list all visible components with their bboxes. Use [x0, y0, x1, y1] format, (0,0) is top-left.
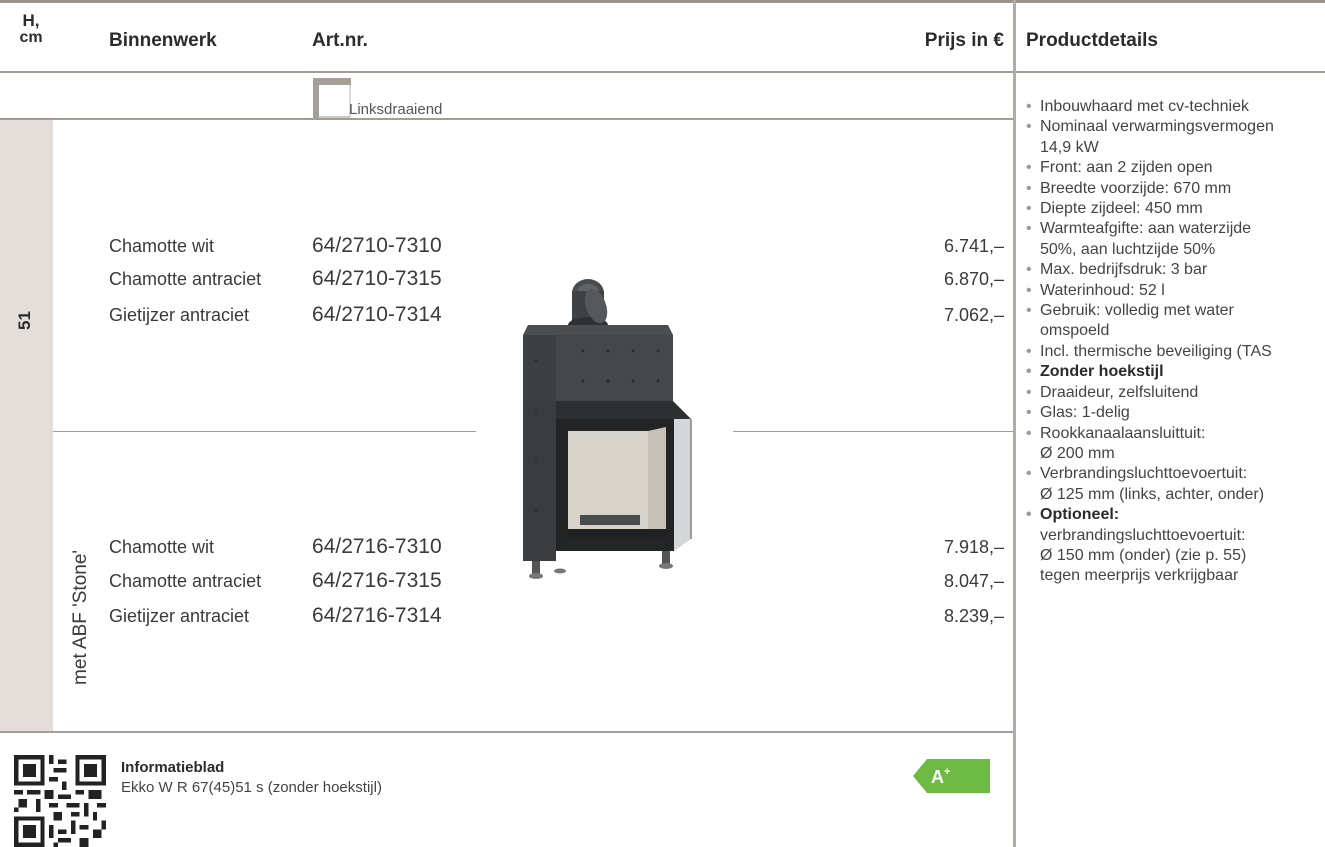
detail-item: Inbouwhaard met cv-techniek	[1020, 97, 1325, 118]
detail-item: Verbrandingsluchttoevoertuit:	[1020, 464, 1325, 485]
detail-item: Front: aan 2 zijden open	[1020, 158, 1325, 179]
detail-item: Breedte voorzijde: 670 mm	[1020, 179, 1325, 200]
variant-label: met ABF 'Stone'	[70, 549, 91, 685]
table-row-art: 64/2710-7315	[312, 267, 442, 290]
door-direction-label: Linksdraaiend	[349, 101, 443, 118]
table-row-art: 64/2716-7315	[312, 569, 442, 592]
detail-item: tegen meerprijs verkrijgbaar	[1040, 567, 1239, 585]
table-row-price: 7.062,–	[943, 305, 1004, 325]
detail-item: omspoeld	[1040, 322, 1110, 340]
energy-label-badge: A+	[913, 759, 990, 793]
door-row-rule	[0, 118, 1013, 120]
detail-item: Glas: 1-delig	[1020, 403, 1325, 424]
group-divider-left	[53, 431, 476, 432]
table-row-binnenwerk: Gietijzer antraciet	[109, 305, 250, 325]
detail-item: Incl. thermische beveiliging (TAS	[1020, 342, 1325, 363]
detail-item: Zonder hoekstijl	[1020, 362, 1325, 383]
detail-item: Diepte zijdeel: 450 mm	[1020, 199, 1325, 220]
detail-item: Ø 200 mm	[1040, 444, 1115, 462]
group-divider-right	[733, 431, 1013, 432]
header-rule-details	[1016, 71, 1325, 73]
table-row-art: 64/2710-7314	[312, 303, 442, 326]
height-group-bar	[0, 120, 53, 732]
table-row-price: 6.741,–	[943, 236, 1004, 256]
height-value: 51	[15, 311, 34, 330]
detail-item: Max. bedrijfsdruk: 3 bar	[1020, 260, 1325, 281]
detail-item: verbrandingsluchttoevoertuit:	[1040, 526, 1246, 544]
table-bottom-rule	[0, 731, 1013, 733]
header-art-nr: Art.nr.	[312, 30, 368, 51]
details-separator	[1013, 0, 1016, 847]
detail-item: Draaideur, zelfsluitend	[1020, 383, 1325, 404]
detail-item: 14,9 kW	[1040, 138, 1099, 156]
detail-item: 50%, aan luchtzijde 50%	[1040, 240, 1216, 258]
header-binnenwerk: Binnenwerk	[109, 30, 217, 51]
table-row-art: 64/2710-7310	[312, 234, 442, 257]
table-row-binnenwerk: Chamotte antraciet	[109, 269, 262, 289]
header-rule	[0, 71, 1013, 73]
table-row-binnenwerk: Gietijzer antraciet	[109, 606, 250, 626]
product-details-list: Inbouwhaard met cv-techniek Nominaal ver…	[1020, 97, 1325, 587]
table-row-binnenwerk: Chamotte antraciet	[109, 571, 262, 591]
qr-code-icon[interactable]	[14, 755, 106, 847]
header-height: H, cm	[19, 11, 43, 46]
header-productdetails: Productdetails	[1026, 30, 1158, 51]
detail-item: Warmteafgifte: aan waterzijde	[1020, 219, 1325, 240]
detail-item: Gebruik: volledig met water	[1020, 301, 1325, 322]
table-row-binnenwerk: Chamotte wit	[109, 537, 215, 557]
table-row-price: 6.870,–	[943, 269, 1004, 289]
infosheet-title: Informatieblad	[121, 759, 225, 776]
header-prijs: Prijs in €	[924, 30, 1004, 51]
detail-item: Rookkanaalaansluittuit:	[1020, 424, 1325, 445]
detail-item: Waterinhoud: 52 l	[1020, 281, 1325, 302]
top-rule	[0, 0, 1325, 3]
table-row-price: 7.918,–	[943, 537, 1004, 557]
table-row-art: 64/2716-7314	[312, 604, 442, 627]
table-row-art: 64/2716-7310	[312, 535, 442, 558]
table-row-binnenwerk: Chamotte wit	[109, 236, 215, 256]
detail-item: Ø 125 mm (links, achter, onder)	[1040, 485, 1265, 503]
detail-item: Optioneel:	[1020, 505, 1325, 526]
table-row-price: 8.239,–	[943, 606, 1004, 626]
infosheet-subtitle: Ekko W R 67(45)51 s (zonder hoekstijl)	[121, 779, 382, 796]
table-row-price: 8.047,–	[943, 571, 1004, 591]
door-left-icon	[313, 78, 351, 120]
detail-item: Nominaal verwarmingsvermogen	[1020, 117, 1325, 138]
fireplace-product-image	[523, 279, 692, 579]
detail-item: Ø 150 mm (onder) (zie p. 55)	[1040, 546, 1247, 564]
